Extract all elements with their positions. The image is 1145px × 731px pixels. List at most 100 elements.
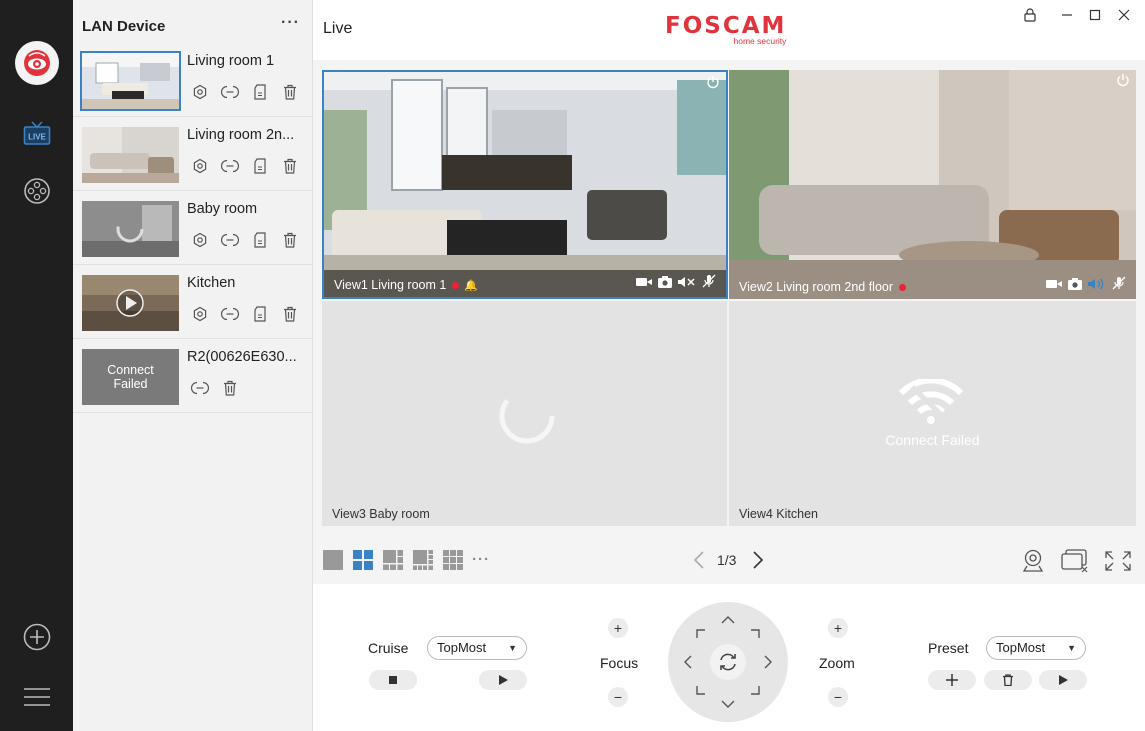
zoom-plus-button[interactable]: + bbox=[828, 618, 848, 638]
layout-4-icon[interactable] bbox=[353, 550, 373, 570]
device-thumbnail[interactable] bbox=[82, 127, 179, 183]
device-thumbnail[interactable] bbox=[82, 201, 179, 257]
next-page-icon[interactable] bbox=[752, 551, 764, 574]
video-view-2[interactable]: View2 Living room 2nd floor bbox=[729, 70, 1136, 299]
device-item[interactable]: Living room 2n... bbox=[73, 117, 313, 191]
page-indicator: 1/3 bbox=[717, 552, 737, 568]
close-all-views-icon[interactable] bbox=[1061, 549, 1089, 578]
snapshot-icon[interactable] bbox=[1068, 277, 1082, 295]
connect-icon[interactable] bbox=[189, 377, 211, 399]
menu-icon[interactable] bbox=[0, 684, 73, 710]
ptz-panel: Cruise TopMost▼ + Focus − + Zoom − Pres bbox=[313, 584, 1145, 731]
delete-icon[interactable] bbox=[279, 81, 301, 103]
video-view-4[interactable]: Connect Failed View4 Kitchen bbox=[729, 301, 1136, 526]
prev-page-icon[interactable] bbox=[693, 551, 705, 574]
power-icon[interactable] bbox=[1116, 73, 1130, 92]
arrow-right-icon[interactable] bbox=[763, 655, 773, 672]
record-icon[interactable] bbox=[1046, 277, 1062, 295]
ptz-direction-pad[interactable] bbox=[668, 602, 788, 722]
device-name: R2(00626E630... bbox=[187, 349, 297, 365]
chevron-down-icon: ▼ bbox=[508, 643, 517, 653]
device-thumbnail[interactable] bbox=[80, 51, 181, 111]
layout-9-icon[interactable] bbox=[443, 550, 463, 570]
arrow-down-left-icon[interactable] bbox=[696, 684, 706, 698]
device-item[interactable]: Living room 1 bbox=[73, 43, 313, 117]
sd-card-icon[interactable] bbox=[249, 155, 271, 177]
layout-6-icon[interactable] bbox=[383, 550, 403, 570]
connect-icon[interactable] bbox=[219, 303, 241, 325]
device-name: Living room 1 bbox=[187, 53, 275, 69]
arrow-up-right-icon[interactable] bbox=[750, 628, 760, 642]
more-options-icon[interactable]: ··· bbox=[281, 14, 300, 32]
device-thumbnail[interactable] bbox=[82, 275, 179, 331]
zoom-minus-button[interactable]: − bbox=[828, 687, 848, 707]
video-view-3[interactable]: View3 Baby room bbox=[322, 301, 727, 526]
device-name: Kitchen bbox=[187, 275, 236, 291]
arrow-up-icon[interactable] bbox=[721, 614, 735, 628]
delete-icon[interactable] bbox=[219, 377, 241, 399]
bell-icon: 🔔 bbox=[464, 280, 479, 292]
device-item[interactable]: Baby room bbox=[73, 191, 313, 265]
playback-reel-icon[interactable] bbox=[0, 176, 73, 206]
microphone-off-icon[interactable] bbox=[702, 274, 716, 293]
speaker-icon[interactable] bbox=[1088, 277, 1106, 295]
connect-failed-thumbnail[interactable]: Connect Failed bbox=[82, 349, 179, 405]
arrow-up-left-icon[interactable] bbox=[696, 628, 706, 642]
preset-select[interactable]: TopMost ▼ bbox=[986, 636, 1086, 660]
recording-dot-icon bbox=[899, 284, 907, 292]
record-icon[interactable] bbox=[636, 275, 652, 293]
snapshot-icon[interactable] bbox=[658, 275, 672, 293]
lock-icon[interactable] bbox=[1021, 6, 1039, 24]
device-item[interactable]: Connect Failed R2(00626E630... bbox=[73, 339, 313, 413]
delete-icon[interactable] bbox=[279, 155, 301, 177]
sd-card-icon[interactable] bbox=[249, 229, 271, 251]
settings-icon[interactable] bbox=[189, 303, 211, 325]
cruise-start-button[interactable] bbox=[479, 670, 527, 690]
settings-icon[interactable] bbox=[189, 81, 211, 103]
more-layouts-icon[interactable]: ··· bbox=[472, 551, 490, 568]
sd-card-icon[interactable] bbox=[249, 81, 271, 103]
mute-icon[interactable] bbox=[678, 275, 696, 293]
wifi-off-icon bbox=[898, 377, 964, 430]
settings-icon[interactable] bbox=[189, 155, 211, 177]
connect-icon[interactable] bbox=[219, 81, 241, 103]
preset-label: Preset bbox=[928, 640, 969, 656]
reset-position-icon[interactable] bbox=[710, 644, 746, 680]
preset-delete-button[interactable] bbox=[984, 670, 1032, 690]
device-panel-title: LAN Device bbox=[82, 18, 166, 35]
delete-icon[interactable] bbox=[279, 303, 301, 325]
live-icon[interactable]: LIVE bbox=[0, 118, 73, 148]
power-icon[interactable] bbox=[706, 75, 720, 94]
arrow-down-right-icon[interactable] bbox=[750, 684, 760, 698]
preset-go-button[interactable] bbox=[1039, 670, 1087, 690]
add-circle-icon[interactable] bbox=[0, 622, 73, 652]
focus-plus-button[interactable]: + bbox=[608, 618, 628, 638]
cruise-select[interactable]: TopMost ▼ bbox=[427, 636, 527, 660]
settings-icon[interactable] bbox=[189, 229, 211, 251]
fullscreen-icon[interactable] bbox=[1105, 551, 1131, 576]
minimize-icon[interactable] bbox=[1058, 6, 1076, 24]
delete-icon[interactable] bbox=[279, 229, 301, 251]
device-name: Living room 2n... bbox=[187, 127, 295, 143]
maximize-icon[interactable] bbox=[1086, 6, 1104, 24]
device-item[interactable]: Kitchen bbox=[73, 265, 313, 339]
left-rail: LIVE bbox=[0, 0, 73, 731]
arrow-left-icon[interactable] bbox=[683, 655, 693, 672]
connect-failed-text: Connect Failed bbox=[107, 363, 154, 391]
close-icon[interactable] bbox=[1115, 6, 1133, 24]
connect-icon[interactable] bbox=[219, 155, 241, 177]
sd-card-icon[interactable] bbox=[249, 303, 271, 325]
preset-select-value: TopMost bbox=[996, 640, 1046, 655]
layout-8-icon[interactable] bbox=[413, 550, 433, 570]
preset-add-button[interactable] bbox=[928, 670, 976, 690]
focus-minus-button[interactable]: − bbox=[608, 687, 628, 707]
microphone-off-icon[interactable] bbox=[1112, 276, 1126, 295]
cruise-select-value: TopMost bbox=[437, 640, 487, 655]
layout-1-icon[interactable] bbox=[323, 550, 343, 570]
arrow-down-icon[interactable] bbox=[721, 698, 735, 712]
connect-icon[interactable] bbox=[219, 229, 241, 251]
camera-icon[interactable] bbox=[1019, 549, 1047, 578]
video-view-1[interactable]: View1 Living room 1 🔔 bbox=[322, 70, 728, 299]
foscam-logo-icon[interactable] bbox=[0, 40, 73, 86]
cruise-stop-button[interactable] bbox=[369, 670, 417, 690]
